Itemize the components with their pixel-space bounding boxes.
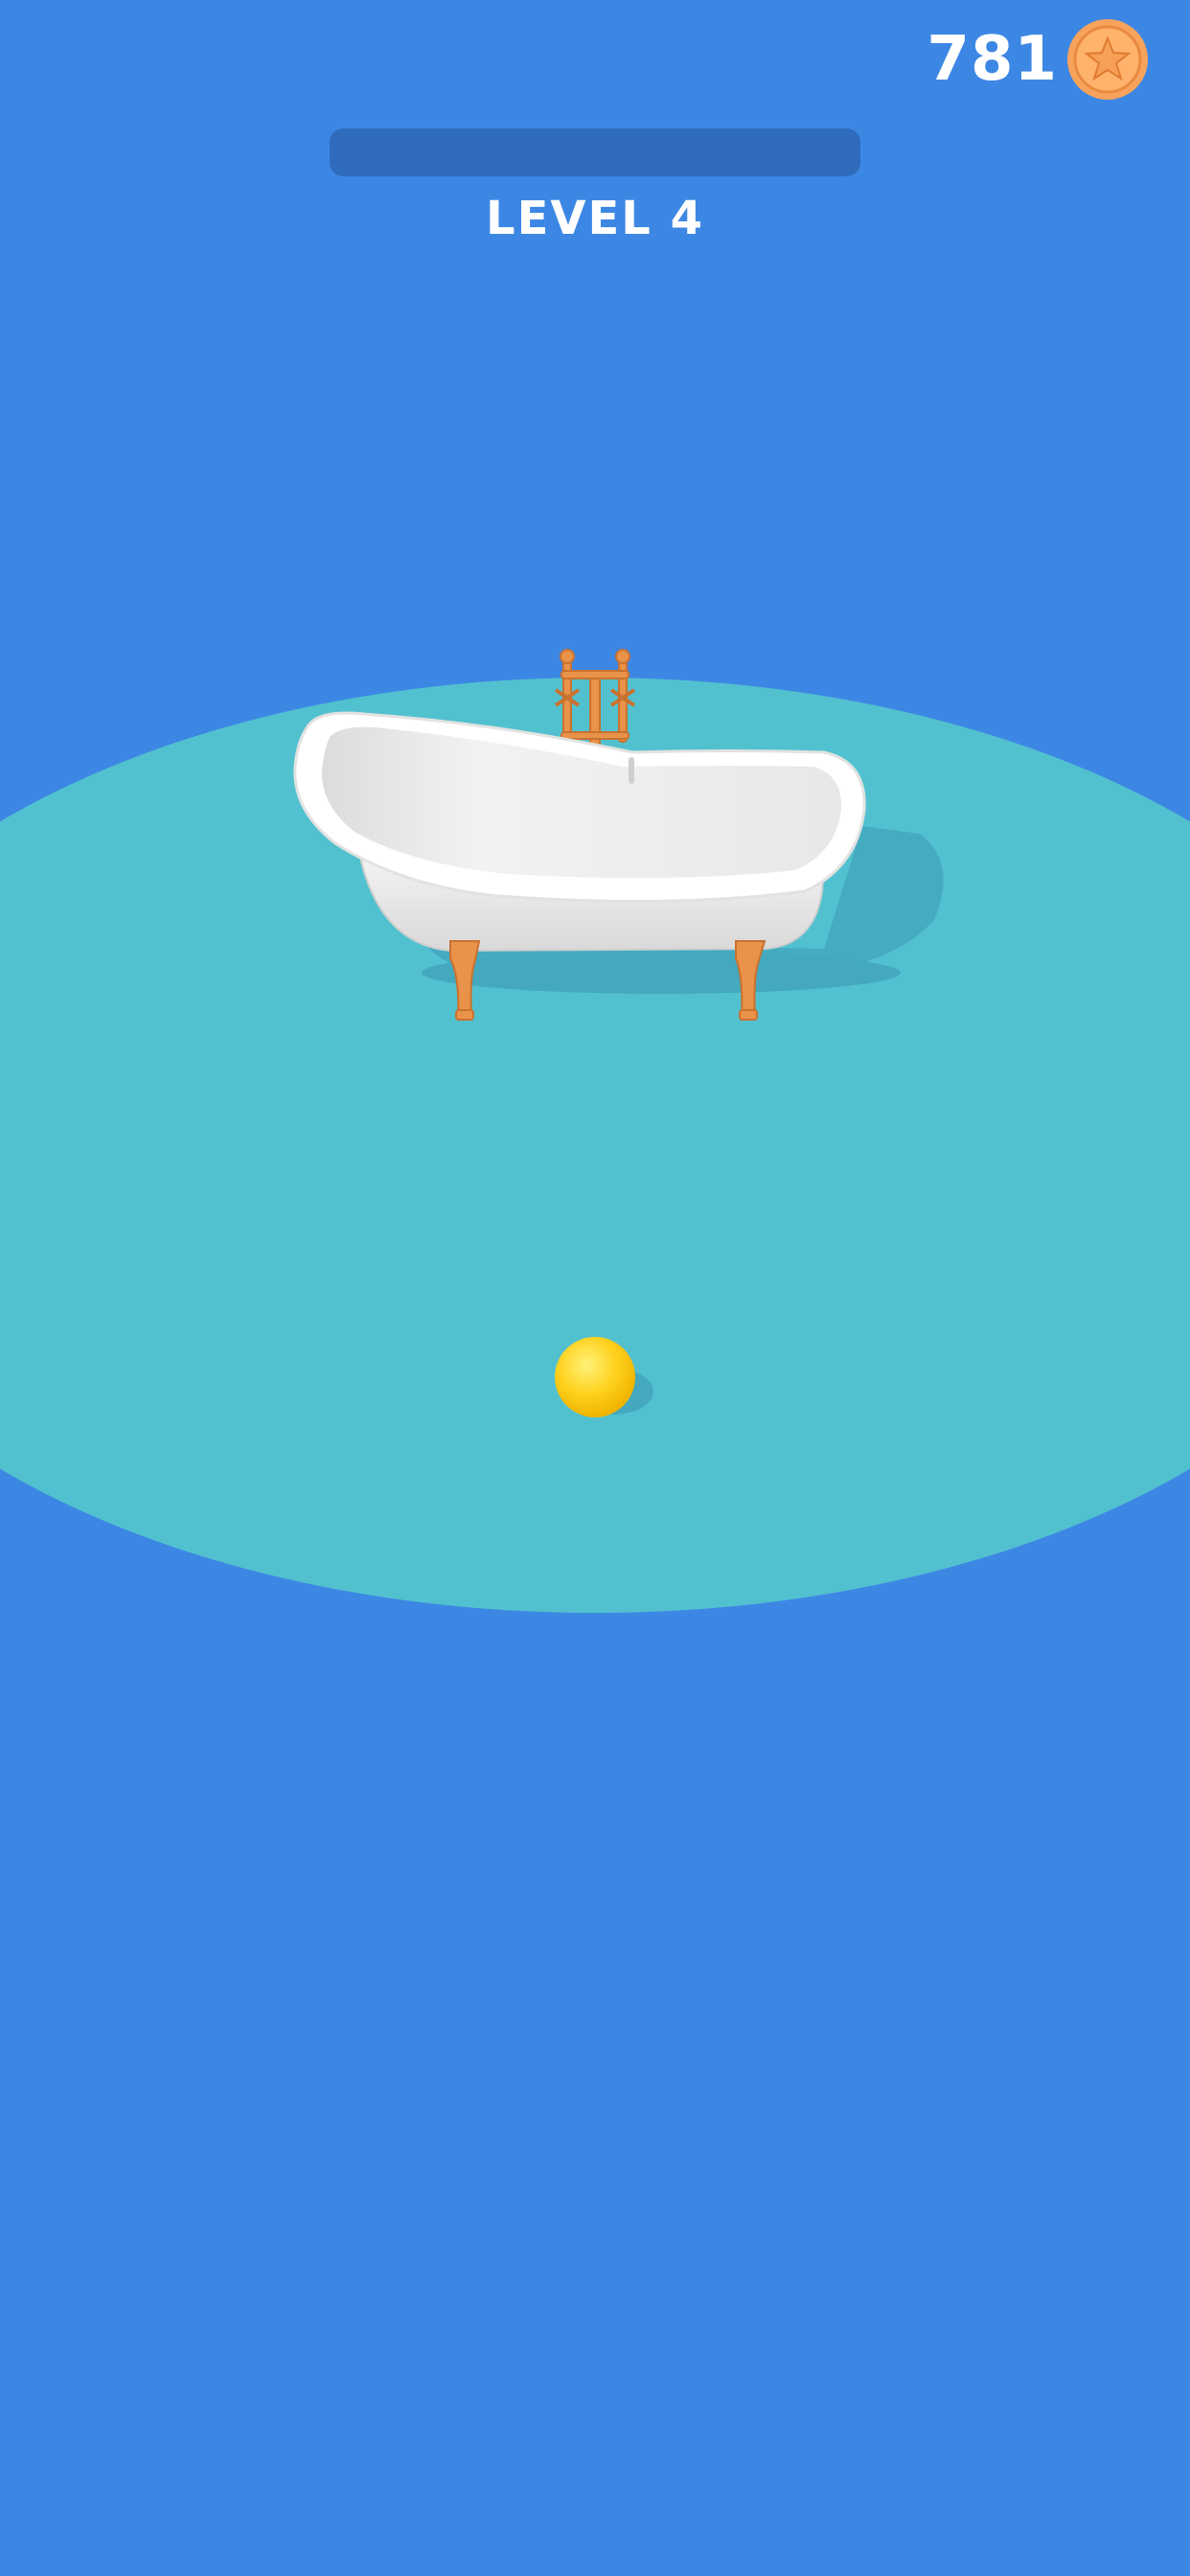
yellow-ball xyxy=(555,1337,635,1417)
level-progress-bar xyxy=(330,128,860,176)
level-label: LEVEL 4 xyxy=(485,192,704,245)
coin-icon xyxy=(1067,19,1148,100)
game-screen[interactable]: 781 LEVEL 4 xyxy=(0,0,1190,2576)
game-scene[interactable] xyxy=(0,0,1190,2576)
faucet xyxy=(554,649,636,753)
coin-counter: 781 xyxy=(927,17,1150,102)
coin-count: 781 xyxy=(927,24,1058,95)
